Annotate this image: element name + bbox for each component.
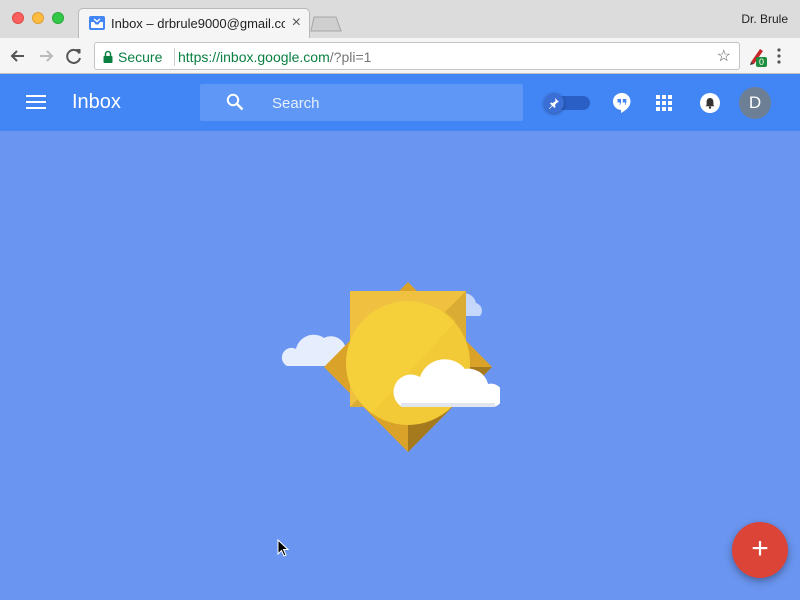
url-path: /?pli=1 <box>329 49 372 65</box>
new-tab-button[interactable] <box>310 16 342 32</box>
mouse-cursor-icon <box>277 539 289 557</box>
browser-tab-inbox[interactable]: Inbox – drbrule9000@gmail.com × <box>78 8 310 38</box>
minimize-window-button[interactable] <box>32 12 44 24</box>
pinned-toggle[interactable] <box>544 93 590 113</box>
search-box[interactable] <box>200 84 523 121</box>
search-icon[interactable] <box>226 93 244 111</box>
search-input[interactable] <box>272 93 502 113</box>
close-window-button[interactable] <box>12 12 24 24</box>
extension-badge: 0 <box>756 57 767 67</box>
secure-label: Secure <box>118 49 163 65</box>
avatar[interactable]: D <box>739 87 771 119</box>
pin-icon[interactable] <box>544 93 564 113</box>
menu-icon[interactable] <box>26 95 46 109</box>
url-host: https://inbox.google.com <box>178 49 330 65</box>
forward-arrow-icon[interactable] <box>35 45 57 67</box>
app-title[interactable]: Inbox <box>72 91 121 114</box>
tab-title: Inbox – drbrule9000@gmail.com <box>111 16 285 31</box>
compose-button[interactable]: + <box>732 522 788 578</box>
hangouts-icon[interactable] <box>612 92 632 114</box>
address-separator <box>174 48 175 66</box>
address-bar[interactable]: Secure https://inbox.google.com/?pli=1 ☆ <box>94 42 740 70</box>
tab-close-icon[interactable]: × <box>292 14 301 32</box>
inbox-zero-area <box>0 131 800 600</box>
lock-icon <box>103 50 113 63</box>
inbox-favicon-icon <box>89 16 105 30</box>
browser-toolbar: Secure https://inbox.google.com/?pli=1 ☆… <box>0 38 800 74</box>
browser-menu-icon[interactable] <box>777 47 781 65</box>
maximize-window-button[interactable] <box>52 12 64 24</box>
back-arrow-icon[interactable] <box>7 45 29 67</box>
url-text: https://inbox.google.com/?pli=1 <box>178 49 371 65</box>
bookmark-star-icon[interactable]: ☆ <box>717 46 731 66</box>
reload-icon[interactable] <box>63 45 85 67</box>
apps-grid-icon[interactable] <box>656 95 672 111</box>
compose-plus-icon: + <box>751 532 769 565</box>
browser-titlebar: Inbox – drbrule9000@gmail.com × Dr. Brul… <box>0 0 800 38</box>
notifications-icon[interactable] <box>700 93 720 113</box>
sun-cloud-illustration <box>281 282 500 452</box>
inbox-app-bar: Inbox D <box>0 74 800 131</box>
profile-name[interactable]: Dr. Brule <box>741 12 788 26</box>
